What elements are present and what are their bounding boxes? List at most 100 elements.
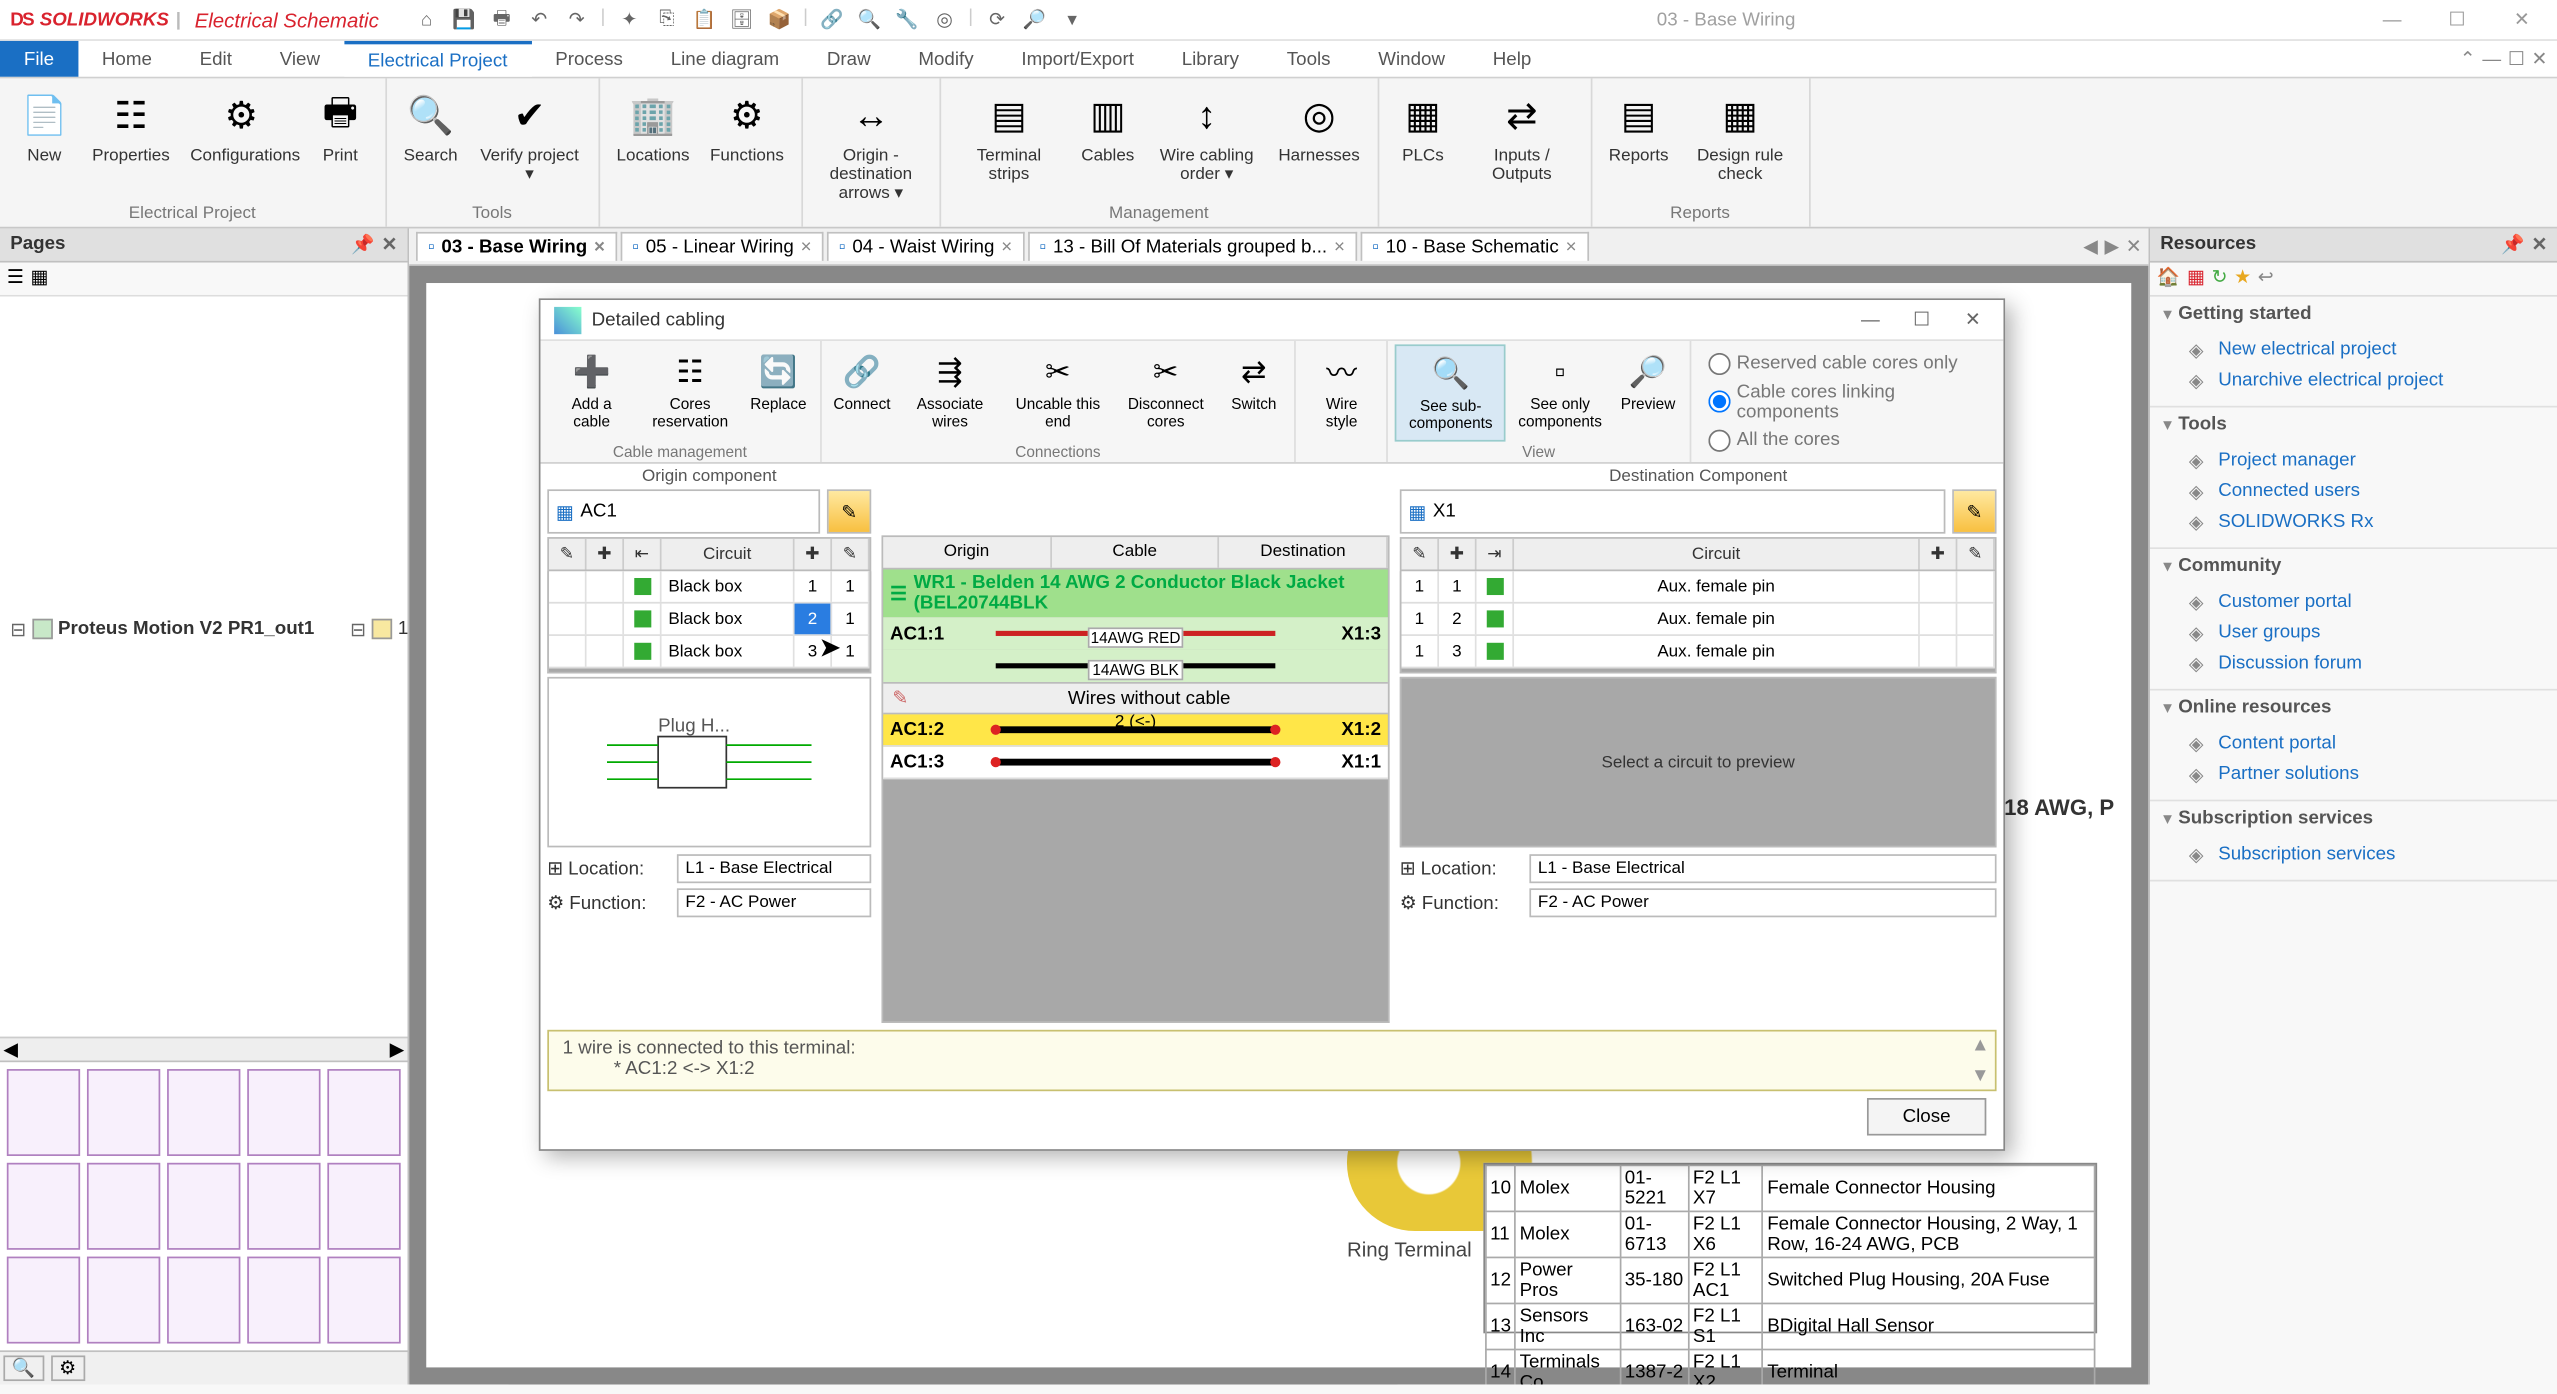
menu-modify[interactable]: Modify bbox=[895, 41, 998, 77]
document-tab[interactable]: ▫04 - Waist Wiring× bbox=[827, 232, 1024, 261]
harnesses-button[interactable]: ◎Harnesses bbox=[1268, 82, 1370, 203]
add-icon[interactable]: ✚ bbox=[1439, 539, 1477, 570]
reports-button[interactable]: ▤Reports bbox=[1599, 82, 1679, 203]
cable-wire-row[interactable]: 14AWG BLK bbox=[883, 650, 1388, 682]
collapse-ribbon-icon[interactable]: ⌃ bbox=[2460, 48, 2476, 70]
panel-pin-icon[interactable]: 📌 bbox=[2501, 234, 2524, 256]
paste-icon[interactable]: 📋 bbox=[691, 6, 718, 33]
tab-close-icon[interactable]: × bbox=[1566, 237, 1577, 257]
undo-icon[interactable]: ↶ bbox=[525, 6, 552, 33]
resource-section-header[interactable]: Getting started bbox=[2150, 297, 2557, 331]
associate-wires-button[interactable]: ⇶Associate wires bbox=[896, 344, 1004, 441]
child-close-icon[interactable]: ✕ bbox=[2532, 48, 2548, 70]
child-min-icon[interactable]: — bbox=[2482, 49, 2501, 69]
save-icon[interactable]: 💾 bbox=[450, 6, 477, 33]
resource-link[interactable]: ◈Project manager bbox=[2184, 445, 2557, 476]
menu-library[interactable]: Library bbox=[1158, 41, 1263, 77]
settings-icon[interactable]: ⚙ bbox=[51, 1355, 85, 1381]
origin-grid[interactable]: Black box 1 1 Black box 2 1 Black box 3 … bbox=[547, 571, 871, 673]
page-thumbnail[interactable] bbox=[167, 1257, 240, 1344]
resource-link[interactable]: ◈New electrical project bbox=[2184, 334, 2557, 365]
functions-button[interactable]: ⚙Functions bbox=[700, 82, 794, 222]
dialog-title-bar[interactable]: Detailed cabling — ☐ ✕ bbox=[540, 300, 2003, 341]
switch-button[interactable]: ⇄Switch bbox=[1220, 344, 1288, 441]
dest-circuit-row[interactable]: 12 Aux. female pin bbox=[1402, 604, 1995, 636]
menu-draw[interactable]: Draw bbox=[803, 41, 895, 77]
add-icon[interactable]: ✚ bbox=[795, 539, 833, 570]
see-only-components-button[interactable]: ▫See only components bbox=[1506, 344, 1614, 441]
document-tab[interactable]: ▫10 - Base Schematic× bbox=[1360, 232, 1588, 261]
resource-link[interactable]: ◈Partner solutions bbox=[2184, 759, 2557, 790]
resource-section-header[interactable]: Community bbox=[2150, 549, 2557, 583]
page-thumbnail[interactable] bbox=[7, 1069, 80, 1156]
cable-name-row[interactable]: ☰ WR1 - Belden 14 AWG 2 Conductor Black … bbox=[883, 569, 1388, 617]
refresh-icon[interactable]: ↻ bbox=[2212, 266, 2228, 292]
tab-scroll-left-icon[interactable]: ◀ bbox=[2083, 235, 2097, 257]
document-tab[interactable]: ▫13 - Bill Of Materials grouped b...× bbox=[1028, 232, 1357, 261]
dest-grid[interactable]: 11 Aux. female pin 12 Aux. female pin 13… bbox=[1400, 571, 1997, 673]
document-tab[interactable]: ▫05 - Linear Wiring× bbox=[620, 232, 823, 261]
refresh-icon[interactable]: ⟳ bbox=[983, 6, 1010, 33]
resource-link[interactable]: ◈Customer portal bbox=[2184, 587, 2557, 618]
print-icon[interactable]: 🖶 bbox=[488, 6, 515, 33]
search-button[interactable]: 🔍Search bbox=[393, 82, 468, 203]
menu-electrical-project[interactable]: Electrical Project bbox=[344, 41, 531, 77]
link-icon[interactable]: 🔗 bbox=[818, 6, 845, 33]
preview-button[interactable]: 🔎Preview bbox=[1614, 344, 1682, 441]
origin-location-field[interactable]: L1 - Base Electrical bbox=[677, 854, 871, 883]
out-icon[interactable]: ⇥ bbox=[1477, 539, 1515, 570]
menu-line-diagram[interactable]: Line diagram bbox=[647, 41, 803, 77]
inputs---outputs-button[interactable]: ⇄Inputs / Outputs bbox=[1460, 82, 1583, 222]
page-thumbnail[interactable] bbox=[247, 1257, 320, 1344]
core-filter-radio[interactable]: Reserved cable cores only bbox=[1708, 352, 1987, 374]
scroll-right-icon[interactable]: ▶ bbox=[390, 1038, 404, 1060]
dest-component-browse-button[interactable]: ✎ bbox=[1952, 489, 1996, 533]
properties-button[interactable]: ☷Properties bbox=[82, 82, 180, 203]
tab-scroll-right-icon[interactable]: ▶ bbox=[2105, 235, 2119, 257]
scroll-left-icon[interactable]: ◀ bbox=[3, 1038, 17, 1060]
resource-link[interactable]: ◈User groups bbox=[2184, 617, 2557, 648]
dest-circuit-row[interactable]: 11 Aux. female pin bbox=[1402, 571, 1995, 603]
design-rule-check-button[interactable]: ▦Design rule check bbox=[1679, 82, 1802, 203]
zoom-icon[interactable]: 🔍 bbox=[3, 1355, 43, 1381]
dropdown-icon[interactable]: ▾ bbox=[1058, 6, 1085, 33]
resource-link[interactable]: ◈Discussion forum bbox=[2184, 648, 2557, 679]
panel-close-icon[interactable]: ✕ bbox=[382, 234, 398, 256]
page-thumbnail[interactable] bbox=[327, 1257, 400, 1344]
tab-close-icon[interactable]: × bbox=[1001, 237, 1012, 257]
menu-tools[interactable]: Tools bbox=[1263, 41, 1355, 77]
star-icon[interactable]: ★ bbox=[2234, 266, 2251, 292]
cables-button[interactable]: ▥Cables bbox=[1070, 82, 1145, 203]
dialog-close-button[interactable]: ✕ bbox=[1956, 303, 1990, 337]
expand-icon[interactable]: ⊞ bbox=[1400, 858, 1416, 880]
menu-process[interactable]: Process bbox=[531, 41, 647, 77]
dest-function-field[interactable]: F2 - AC Power bbox=[1529, 888, 1996, 917]
origin-circuit-row[interactable]: Black box 2 1 bbox=[549, 604, 870, 636]
search-icon[interactable]: 🔍 bbox=[856, 6, 883, 33]
see-sub-components-button[interactable]: 🔍See sub-components bbox=[1395, 344, 1506, 441]
resource-link[interactable]: ◈SOLIDWORKS Rx bbox=[2184, 506, 2557, 537]
plcs-button[interactable]: ▦PLCs bbox=[1385, 82, 1460, 222]
origin-circuit-row[interactable]: Black box 1 1 bbox=[549, 571, 870, 603]
edit-icon[interactable]: ✎ bbox=[1957, 539, 1995, 570]
resource-link[interactable]: ◈Connected users bbox=[2184, 476, 2557, 507]
verify-project-button[interactable]: ✔Verify project ▾ bbox=[468, 82, 591, 203]
thumbnails[interactable] bbox=[0, 1061, 407, 1351]
dest-circuit-row[interactable]: 13 Aux. female pin bbox=[1402, 636, 1995, 668]
menu-view[interactable]: View bbox=[256, 41, 344, 77]
configurations-button[interactable]: ⚙Configurations bbox=[180, 82, 303, 203]
origin-component-browse-button[interactable]: ✎ bbox=[827, 489, 871, 533]
pencil-icon[interactable]: ✎ bbox=[887, 687, 914, 709]
pages-tree[interactable]: ⊟Proteus Motion V2 PR1_out1⊟1 - Document… bbox=[0, 297, 407, 1037]
cable-grid[interactable]: ☰ WR1 - Belden 14 AWG 2 Conductor Black … bbox=[881, 569, 1389, 1023]
tab-close-icon[interactable]: × bbox=[801, 237, 812, 257]
home-icon[interactable]: 🏠 bbox=[2157, 266, 2180, 292]
home-icon[interactable]: ⌂ bbox=[413, 6, 440, 33]
page-thumbnail[interactable] bbox=[7, 1257, 80, 1344]
page-thumbnail[interactable] bbox=[327, 1069, 400, 1156]
tab-close-all-icon[interactable]: ✕ bbox=[2126, 235, 2142, 257]
page-thumbnail[interactable] bbox=[247, 1069, 320, 1156]
copy-icon[interactable]: ⎘ bbox=[653, 6, 680, 33]
back-icon[interactable]: ↩ bbox=[2258, 266, 2274, 292]
print-button[interactable]: 🖶Print bbox=[303, 82, 378, 203]
